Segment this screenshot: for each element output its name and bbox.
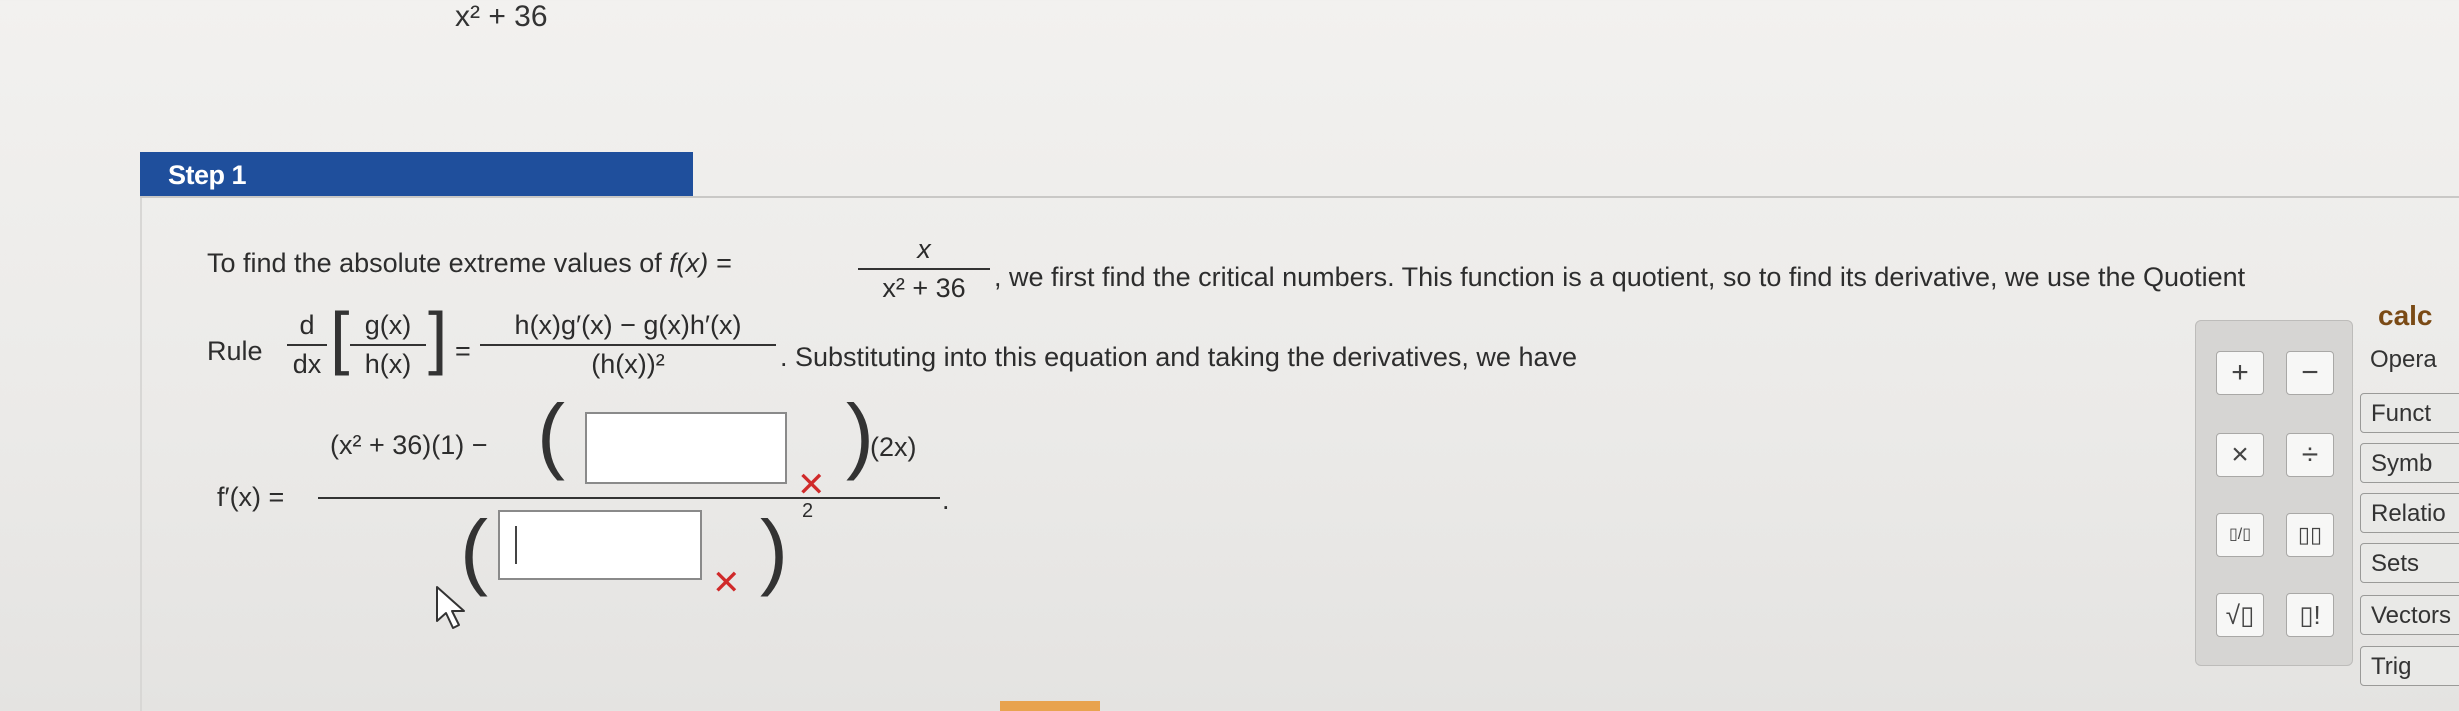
right-bracket: ] (428, 298, 448, 376)
tab-functions[interactable]: Funct (2360, 393, 2459, 433)
end-period: . (942, 485, 950, 515)
rhs-num: h(x)g′(x) − g(x)h′(x) (514, 310, 742, 340)
plus-button[interactable]: + (2216, 351, 2264, 395)
intro-frac-num: x (917, 234, 931, 264)
tab-sets[interactable]: Sets (2360, 543, 2459, 583)
bottom-accent (1000, 701, 1100, 711)
main-fraction-bar (318, 497, 940, 499)
left-paren: ( (537, 387, 565, 481)
text-caret (515, 526, 517, 564)
incorrect-x-icon: ✕ (712, 564, 741, 602)
tab-symbols[interactable]: Symb (2360, 443, 2459, 483)
factorial-button[interactable]: ▯! (2286, 593, 2334, 637)
quotient-rule-fraction: h(x)g′(x) − g(x)h′(x) (h(x))² (480, 310, 776, 380)
left-paren-den: ( (460, 503, 488, 597)
d-den: dx (292, 349, 322, 379)
intro-fraction: x x² + 36 (858, 234, 990, 304)
rule-tail: . Substituting into this equation and ta… (780, 342, 1578, 372)
intro-frac-den: x² + 36 (882, 273, 966, 303)
fraction-bar (350, 344, 426, 346)
fraction-bar (287, 344, 327, 346)
tab-trig[interactable]: Trig (2360, 646, 2459, 686)
numerator-end: (2x) (870, 432, 917, 462)
answer-box-1[interactable] (585, 412, 787, 484)
divide-button[interactable]: ÷ (2286, 433, 2334, 477)
tab-vectors[interactable]: Vectors (2360, 595, 2459, 635)
h-den: h(x) (364, 349, 412, 379)
step-tab: Step 1 (140, 152, 693, 196)
tab-operations[interactable]: Opera (2360, 340, 2459, 380)
numerator-start: (x² + 36)(1) − (330, 430, 488, 460)
g-num: g(x) (364, 310, 412, 340)
top-formula: x² + 36 (455, 0, 548, 34)
top-denominator: x² + 36 (455, 0, 548, 33)
sqrt-button[interactable]: √▯ (2216, 593, 2264, 637)
fraction-bar (858, 268, 990, 270)
step-title: Step 1 (168, 160, 247, 190)
left-bracket: [ (330, 298, 350, 376)
minus-button[interactable]: − (2286, 351, 2334, 395)
g-over-h: g(x) h(x) (350, 310, 426, 380)
fraction-bar (480, 344, 776, 346)
exponent: 2 (802, 500, 814, 522)
mouse-cursor-icon (436, 586, 465, 629)
panel-left-border (140, 198, 142, 711)
rule-label: Rule (207, 336, 263, 366)
fraction-button[interactable]: ▯/▯ (2216, 513, 2264, 557)
rule-equals: = (455, 336, 471, 366)
rhs-den: (h(x))² (591, 349, 665, 379)
d-num: d (299, 310, 315, 340)
intro-part1: To find the absolute extreme values of (207, 248, 670, 278)
tab-relations[interactable]: Relatio (2360, 493, 2459, 533)
panel-divider (140, 196, 2459, 198)
intro-text-2: , we first find the critical numbers. Th… (994, 262, 2246, 292)
times-button[interactable]: × (2216, 433, 2264, 477)
intro-text: To find the absolute extreme values of f… (207, 248, 732, 279)
d-dx-fraction: d dx (287, 310, 327, 380)
intro-fx: f(x) = (669, 248, 732, 278)
calc-title: calc (2378, 300, 2433, 331)
fprime-label: f′(x) = (217, 482, 285, 512)
right-paren-den: ) (760, 503, 788, 597)
answer-box-2[interactable] (498, 510, 702, 580)
math-palette: + − × ÷ ▯/▯ ▯▯ √▯ ▯! (2195, 320, 2353, 666)
exponent-button[interactable]: ▯▯ (2286, 513, 2334, 557)
